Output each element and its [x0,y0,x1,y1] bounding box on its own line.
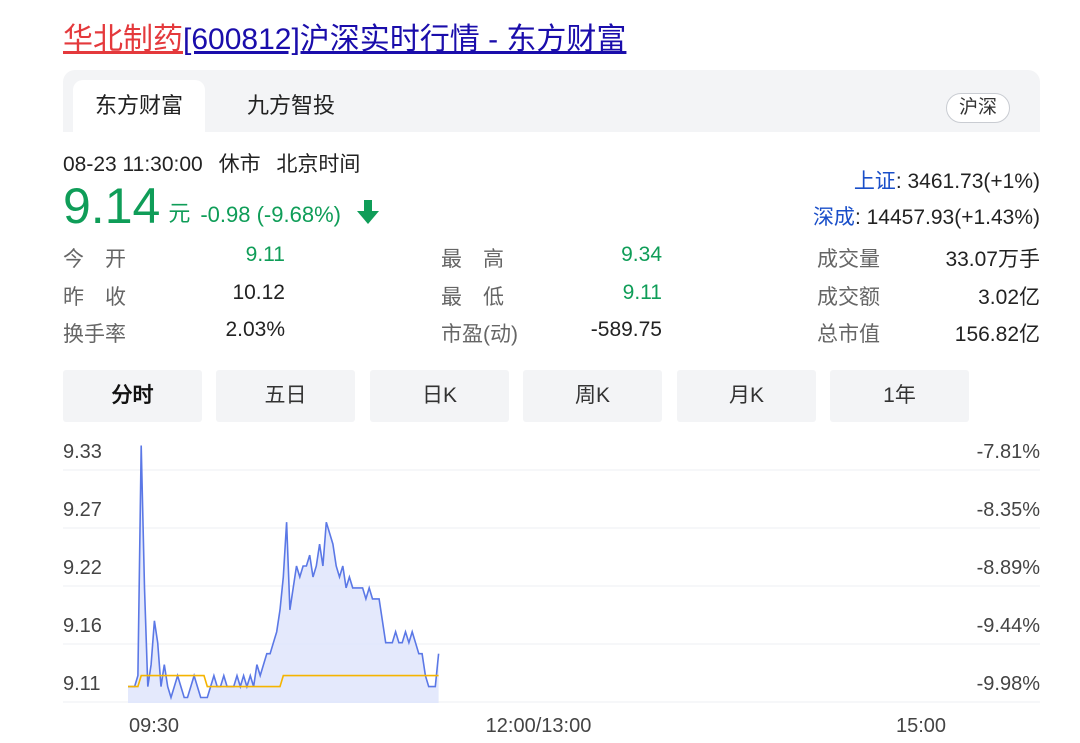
current-price: 9.14 [63,178,161,234]
range-tab-weekly-k[interactable]: 周K [523,370,662,422]
x-tick: 09:30 [129,715,179,737]
y-tick-left: 9.11 [63,673,100,695]
sz-index[interactable]: 深成: 14457.93(+1.43%) [813,201,1040,231]
low-label: 最 低 [441,286,504,309]
y-tick-left: 9.16 [63,615,102,637]
range-tab-5day[interactable]: 五日 [216,370,355,422]
volume-value: 33.07万手 [945,248,1040,271]
sz-index-name[interactable]: 深成 [813,206,855,229]
open-value: 9.11 [245,243,285,266]
sh-index-value: : 3461.73(+1%) [895,170,1040,193]
tab-jiufang[interactable]: 九方智投 [225,80,357,132]
low-value: 9.11 [622,281,662,304]
volume-label: 成交量 [817,248,880,271]
turnover-rate-label: 换手率 [63,323,126,346]
price-unit: 元 [168,201,191,226]
quote-datetime: 08-23 11:30:00 [63,153,203,176]
high-value: 9.34 [621,243,662,266]
turnover-rate-value: 2.03% [225,318,285,341]
market-cap-value: 156.82亿 [954,323,1040,346]
y-tick-right: -9.98% [977,673,1041,695]
sh-index[interactable]: 上证: 3461.73(+1%) [854,165,1040,195]
arrow-down-icon [357,199,380,230]
y-tick-right: -7.81% [977,441,1041,463]
range-tab-1year[interactable]: 1年 [830,370,969,422]
amount-value: 3.02亿 [978,286,1040,309]
quote-stats: 今 开 9.11 昨 收 10.12 换手率 2.03% 最 高 9.34 最 … [0,243,1080,353]
sh-index-name[interactable]: 上证 [854,170,896,193]
page-title[interactable]: 华北制药[600812]沪深实时行情 - 东方财富 [63,20,626,60]
x-tick: 15:00 [896,715,946,737]
y-tick-left: 9.27 [63,499,102,521]
page-title-link[interactable]: [600812]沪深实时行情 - 东方财富 [183,23,626,56]
pe-label: 市盈(动) [441,323,518,346]
source-tab-bar: 东方财富 九方智投 沪深 [63,70,1040,132]
prev-close-value: 10.12 [232,281,285,304]
sz-index-value: : 14457.93(+1.43%) [854,206,1040,229]
y-tick-left: 9.22 [63,557,102,579]
intraday-chart[interactable]: 9.33 -7.81% 9.27 -8.35% 9.22 -8.89% 9.16 -9.44%… [0,430,1080,743]
y-tick-right: -9.44% [977,615,1041,637]
high-label: 最 高 [441,248,504,271]
trade-status: 08-23 11:30:00 休市 北京时间 [63,148,370,178]
range-tab-daily-k[interactable]: 日K [370,370,509,422]
range-tab-intraday[interactable]: 分时 [63,370,202,422]
prev-close-label: 昨 收 [63,286,126,309]
tab-eastmoney[interactable]: 东方财富 [73,80,206,132]
stock-name-link[interactable]: 华北制药 [63,23,183,56]
y-tick-right: -8.35% [977,499,1041,521]
x-tick: 12:00/13:00 [486,715,592,737]
market-badge[interactable]: 沪深 [945,93,1010,123]
amount-label: 成交额 [817,286,880,309]
y-tick-left: 9.33 [63,441,102,463]
open-label: 今 开 [63,248,126,271]
market-state: 休市 [218,153,261,176]
price-row: 9.14 元 -0.98 (-9.68%) [63,178,380,234]
pe-value: -589.75 [590,318,662,341]
market-cap-label: 总市值 [817,323,880,346]
price-change: -0.98 (-9.68%) [200,202,341,227]
time-zone: 北京时间 [276,153,361,176]
range-tab-monthly-k[interactable]: 月K [677,370,816,422]
y-tick-right: -8.89% [977,557,1041,579]
